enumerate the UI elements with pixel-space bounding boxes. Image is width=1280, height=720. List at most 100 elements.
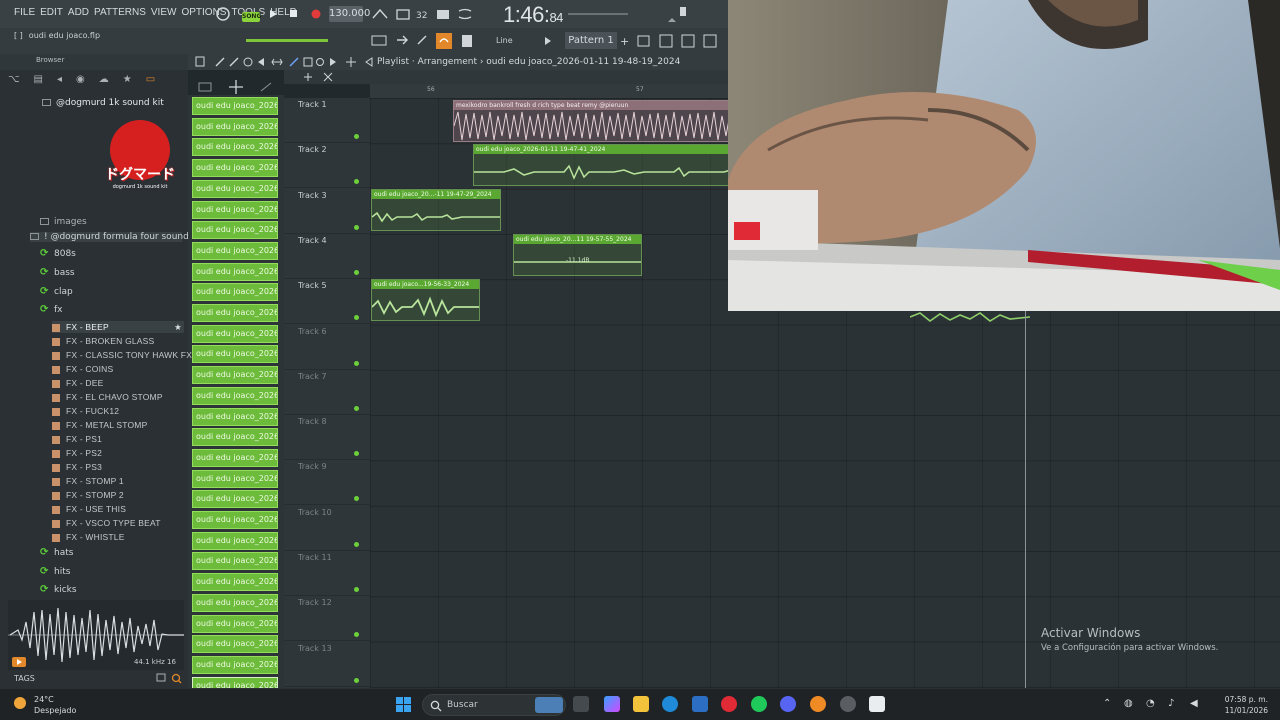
master-volume-meters[interactable]: [568, 6, 728, 24]
channel-list-tools[interactable]: [195, 80, 285, 94]
fl-studio-icon[interactable]: [810, 696, 826, 712]
track-header[interactable]: Track 12: [284, 596, 370, 642]
view-buttons-icons[interactable]: [370, 32, 490, 50]
channel-button[interactable]: oudi edu joaco_2026-01...: [192, 200, 278, 219]
fx-file-item[interactable]: FX - DEE: [52, 378, 104, 388]
channel-button[interactable]: oudi edu joaco_2026-01...: [192, 490, 278, 509]
browser-circle-icon[interactable]: ◉: [76, 74, 85, 85]
menu-file[interactable]: FILE: [14, 7, 35, 18]
channel-button[interactable]: oudi edu joaco_2026-01...: [192, 552, 278, 571]
menu-add[interactable]: ADD: [68, 7, 89, 18]
tray-mic-icon[interactable]: ♪: [1168, 698, 1174, 709]
track-tools-icons[interactable]: [302, 71, 362, 83]
track-mute-led[interactable]: [354, 179, 359, 185]
folder-808s[interactable]: ⟳ 808s: [40, 249, 76, 260]
channel-button[interactable]: oudi edu joaco_2026-01...: [192, 448, 278, 467]
audio-clip[interactable]: oudi edu joaco...19-56-33_2024: [371, 279, 480, 321]
windows-start-icon[interactable]: [396, 697, 412, 713]
davinci-icon[interactable]: [840, 696, 856, 712]
channel-button[interactable]: oudi edu joaco_2026-01...: [192, 511, 278, 529]
track-header[interactable]: Track 11: [284, 551, 370, 596]
menu-view[interactable]: VIEW: [151, 7, 177, 18]
track-mute-led[interactable]: [354, 224, 359, 230]
channel-button[interactable]: oudi edu joaco_2026-01...: [192, 324, 278, 343]
track-header[interactable]: Track 1: [284, 98, 370, 143]
playlist-tool-icons[interactable]: [194, 56, 364, 68]
browser-cloud-icon[interactable]: ☁: [99, 74, 109, 85]
fx-file-item[interactable]: FX - PS1: [52, 434, 102, 444]
folder-fx[interactable]: ⟳ fx: [40, 305, 63, 316]
task-view-icon[interactable]: [573, 696, 589, 712]
fx-file-item[interactable]: FX - VSCO TYPE BEAT: [52, 518, 161, 528]
track-header[interactable]: Track 8: [284, 415, 370, 461]
weather-widget[interactable]: 24°C Despejado: [12, 693, 76, 715]
images-folder[interactable]: images: [40, 217, 87, 227]
folder-kicks[interactable]: ⟳ kicks: [40, 585, 77, 596]
transport-tools-icons[interactable]: 32: [371, 6, 491, 22]
channel-button[interactable]: oudi edu joaco_2026-01...: [192, 593, 278, 612]
channel-button[interactable]: oudi edu joaco_2026-01...: [192, 407, 278, 426]
browser-star-icon[interactable]: ★: [123, 74, 132, 85]
tray-wifi-icon[interactable]: ◔: [1146, 698, 1155, 709]
file-fx-beep[interactable]: FX - BEEP ★: [52, 321, 184, 333]
playlist-title[interactable]: Playlist · Arrangement › oudi edu joaco_…: [377, 57, 680, 67]
playlist-menu-icon[interactable]: [364, 57, 374, 67]
spotify-icon[interactable]: [751, 696, 767, 712]
channel-button[interactable]: oudi edu joaco_2026-01...: [192, 304, 278, 322]
loop-record-icon[interactable]: [214, 5, 232, 23]
track-mute-led[interactable]: [354, 541, 359, 547]
favorite-star-icon[interactable]: ★: [174, 322, 182, 333]
track-mute-led[interactable]: [354, 451, 359, 457]
fx-file-item[interactable]: FX - BROKEN GLASS: [52, 336, 154, 346]
pattern-prev-icon[interactable]: [542, 35, 554, 47]
preview-play-icon[interactable]: [12, 657, 26, 667]
channel-button[interactable]: oudi edu joaco_2026-01...: [192, 221, 278, 240]
taskbar-clock[interactable]: 07:58 p. m. 11/01/2026: [1222, 694, 1268, 716]
fx-file-item[interactable]: FX - EL CHAVO STOMP: [52, 392, 163, 402]
stop-icon[interactable]: [289, 9, 299, 19]
track-header[interactable]: Track 7: [284, 370, 370, 415]
tag-search-icons[interactable]: [156, 672, 184, 684]
channel-button[interactable]: oudi edu joaco_2026-01...: [192, 159, 278, 178]
channel-button[interactable]: oudi edu joaco_2026-01...: [192, 469, 278, 488]
pack-folder[interactable]: @dogmurd 1k sound kit: [42, 98, 164, 108]
file-explorer-icon[interactable]: [633, 696, 649, 712]
channel-button[interactable]: oudi edu joaco_2026-01...: [192, 97, 278, 115]
track-mute-led[interactable]: [354, 496, 359, 502]
folder-bass[interactable]: ⟳ bass: [40, 268, 75, 279]
audio-clip[interactable]: oudi edu joaco_20...-11 19-47-29_2024: [371, 189, 501, 231]
track-mute-led[interactable]: [354, 587, 359, 592]
track-header[interactable]: Track 4: [284, 234, 370, 279]
track-header[interactable]: Track 5: [284, 279, 370, 325]
channel-button[interactable]: oudi edu joaco_2026-01...: [192, 573, 278, 592]
fx-file-item[interactable]: FX - PS3: [52, 462, 102, 472]
channel-button[interactable]: oudi edu joaco_2026-01...: [192, 262, 278, 281]
main-volume-slider[interactable]: [246, 39, 328, 42]
snap-mode-select[interactable]: Line: [496, 36, 513, 45]
channel-button[interactable]: oudi edu joaco_2026-01...: [192, 428, 278, 447]
track-header[interactable]: Track 9: [284, 460, 370, 506]
obs-icon[interactable]: [869, 696, 885, 712]
channel-button[interactable]: oudi edu joaco_2026-01...: [192, 531, 278, 550]
formula-pack-folder[interactable]: ! @dogmurd formula four sound kit: [30, 232, 203, 242]
tray-expand-icon[interactable]: ⌃: [1103, 698, 1111, 709]
pattern-selector[interactable]: Pattern 1: [565, 32, 617, 49]
track-mute-led[interactable]: [354, 315, 359, 321]
browser-plugin-icon[interactable]: ◂: [57, 74, 62, 85]
fx-file-item[interactable]: FX - METAL STOMP: [52, 420, 147, 430]
fx-file-item[interactable]: FX - FUCK12: [52, 406, 119, 416]
track-header[interactable]: Track 13: [284, 642, 370, 687]
audio-clip[interactable]: oudi edu joaco_20...11 19-57-55_2024 -11…: [513, 234, 642, 276]
channel-button[interactable]: oudi edu joaco_2026-01...: [192, 635, 278, 654]
fx-file-item[interactable]: FX - WHISTLE: [52, 532, 125, 542]
copilot-icon[interactable]: [604, 696, 620, 712]
window-toggle-icons[interactable]: +: [620, 32, 728, 50]
channel-button[interactable]: oudi edu joaco_2026-01...: [192, 117, 278, 136]
track-mute-led[interactable]: [354, 134, 359, 139]
channel-button[interactable]: oudi edu joaco_2026-01...: [192, 366, 278, 385]
channel-button[interactable]: oudi edu joaco_2026-01...: [192, 241, 278, 260]
track-mute-led[interactable]: [354, 405, 359, 411]
track-mute-led[interactable]: [354, 360, 359, 366]
channel-button[interactable]: oudi edu joaco_2026-01...: [192, 283, 278, 302]
track-header[interactable]: Track 10: [284, 506, 370, 551]
